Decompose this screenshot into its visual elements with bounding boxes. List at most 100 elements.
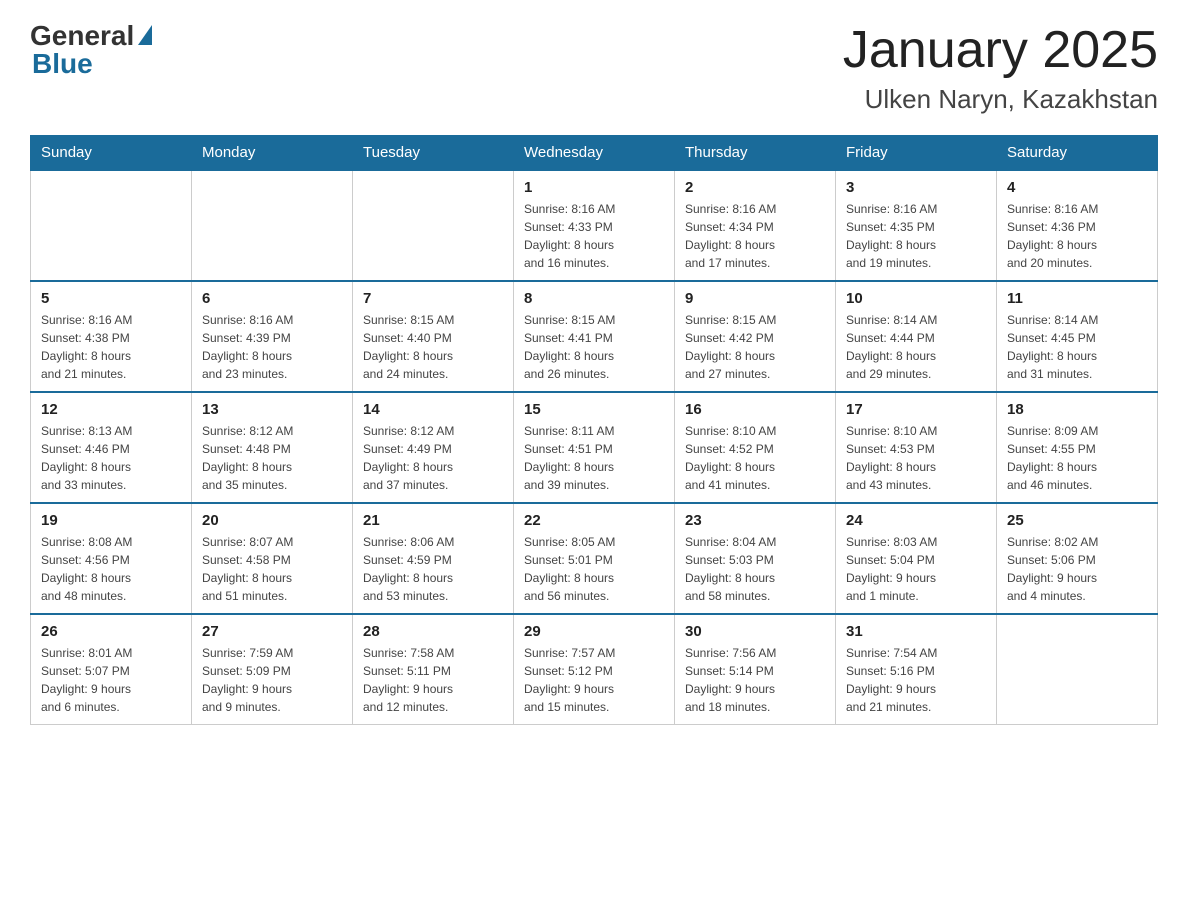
calendar-cell: 23 Sunrise: 8:04 AMSunset: 5:03 PMDayligh… [675, 503, 836, 614]
calendar-cell: 24 Sunrise: 8:03 AMSunset: 5:04 PMDayligh… [836, 503, 997, 614]
day-number: 6 [202, 290, 342, 307]
calendar-cell: 13 Sunrise: 8:12 AMSunset: 4:48 PMDayligh… [192, 392, 353, 503]
day-info: Sunrise: 8:16 AMSunset: 4:35 PMDaylight:… [846, 200, 986, 272]
calendar-cell: 30Sunrise: 7:56 AMSunset: 5:14 PMDayligh… [675, 614, 836, 725]
day-info: Sunrise: 8:05 AMSunset: 5:01 PMDaylight:… [524, 533, 664, 605]
day-number: 7 [363, 290, 503, 307]
calendar-cell: 16 Sunrise: 8:10 AMSunset: 4:52 PMDayligh… [675, 392, 836, 503]
day-number: 13 [202, 401, 342, 418]
title-section: January 2025 Ulken Naryn, Kazakhstan [843, 20, 1158, 115]
day-number: 17 [846, 401, 986, 418]
day-info: Sunrise: 8:06 AMSunset: 4:59 PMDaylight:… [363, 533, 503, 605]
day-number: 23 [685, 512, 825, 529]
day-info: Sunrise: 8:16 AMSunset: 4:34 PMDaylight:… [685, 200, 825, 272]
day-number: 24 [846, 512, 986, 529]
calendar-cell: 25 Sunrise: 8:02 AMSunset: 5:06 PMDayligh… [997, 503, 1158, 614]
day-number: 9 [685, 290, 825, 307]
day-info: Sunrise: 8:10 AMSunset: 4:52 PMDaylight:… [685, 422, 825, 494]
calendar-header-tuesday: Tuesday [353, 136, 514, 171]
day-number: 5 [41, 290, 181, 307]
day-number: 14 [363, 401, 503, 418]
day-number: 20 [202, 512, 342, 529]
day-info: Sunrise: 7:58 AMSunset: 5:11 PMDaylight:… [363, 644, 503, 716]
day-info: Sunrise: 8:02 AMSunset: 5:06 PMDaylight:… [1007, 533, 1147, 605]
day-number: 10 [846, 290, 986, 307]
page-header: General Blue January 2025 Ulken Naryn, K… [30, 20, 1158, 115]
day-info: Sunrise: 7:54 AMSunset: 5:16 PMDaylight:… [846, 644, 986, 716]
day-number: 4 [1007, 179, 1147, 196]
calendar-week-row: 12 Sunrise: 8:13 AMSunset: 4:46 PMDayligh… [31, 392, 1158, 503]
day-number: 19 [41, 512, 181, 529]
day-info: Sunrise: 8:15 AMSunset: 4:42 PMDaylight:… [685, 311, 825, 383]
calendar-cell: 10Sunrise: 8:14 AMSunset: 4:44 PMDayligh… [836, 281, 997, 392]
calendar-header-row: SundayMondayTuesdayWednesdayThursdayFrid… [31, 136, 1158, 171]
calendar-cell: 7 Sunrise: 8:15 AMSunset: 4:40 PMDaylight… [353, 281, 514, 392]
calendar-cell [353, 170, 514, 281]
day-number: 22 [524, 512, 664, 529]
calendar-week-row: 19 Sunrise: 8:08 AMSunset: 4:56 PMDayligh… [31, 503, 1158, 614]
day-info: Sunrise: 7:57 AMSunset: 5:12 PMDaylight:… [524, 644, 664, 716]
calendar-week-row: 1 Sunrise: 8:16 AMSunset: 4:33 PMDaylight… [31, 170, 1158, 281]
calendar-cell: 19 Sunrise: 8:08 AMSunset: 4:56 PMDayligh… [31, 503, 192, 614]
day-number: 18 [1007, 401, 1147, 418]
day-number: 21 [363, 512, 503, 529]
calendar-header-monday: Monday [192, 136, 353, 171]
calendar-cell [192, 170, 353, 281]
day-info: Sunrise: 8:13 AMSunset: 4:46 PMDaylight:… [41, 422, 181, 494]
calendar-header-wednesday: Wednesday [514, 136, 675, 171]
location-title: Ulken Naryn, Kazakhstan [843, 84, 1158, 115]
day-number: 1 [524, 179, 664, 196]
calendar-cell: 8 Sunrise: 8:15 AMSunset: 4:41 PMDaylight… [514, 281, 675, 392]
calendar-header-sunday: Sunday [31, 136, 192, 171]
calendar-header-thursday: Thursday [675, 136, 836, 171]
calendar-cell: 17 Sunrise: 8:10 AMSunset: 4:53 PMDayligh… [836, 392, 997, 503]
calendar-cell: 4Sunrise: 8:16 AMSunset: 4:36 PMDaylight… [997, 170, 1158, 281]
calendar-cell: 11Sunrise: 8:14 AMSunset: 4:45 PMDayligh… [997, 281, 1158, 392]
day-number: 29 [524, 623, 664, 640]
calendar-header-saturday: Saturday [997, 136, 1158, 171]
day-info: Sunrise: 8:15 AMSunset: 4:41 PMDaylight:… [524, 311, 664, 383]
day-number: 2 [685, 179, 825, 196]
calendar-header-friday: Friday [836, 136, 997, 171]
day-number: 31 [846, 623, 986, 640]
calendar-cell: 20 Sunrise: 8:07 AMSunset: 4:58 PMDayligh… [192, 503, 353, 614]
calendar-cell: 14Sunrise: 8:12 AMSunset: 4:49 PMDayligh… [353, 392, 514, 503]
calendar-cell [997, 614, 1158, 725]
day-info: Sunrise: 7:59 AMSunset: 5:09 PMDaylight:… [202, 644, 342, 716]
calendar-cell: 29 Sunrise: 7:57 AMSunset: 5:12 PMDayligh… [514, 614, 675, 725]
day-number: 26 [41, 623, 181, 640]
calendar-cell: 31 Sunrise: 7:54 AMSunset: 5:16 PMDayligh… [836, 614, 997, 725]
day-info: Sunrise: 8:04 AMSunset: 5:03 PMDaylight:… [685, 533, 825, 605]
day-info: Sunrise: 8:12 AMSunset: 4:48 PMDaylight:… [202, 422, 342, 494]
calendar-cell: 26 Sunrise: 8:01 AMSunset: 5:07 PMDayligh… [31, 614, 192, 725]
calendar-cell: 3 Sunrise: 8:16 AMSunset: 4:35 PMDaylight… [836, 170, 997, 281]
day-number: 16 [685, 401, 825, 418]
day-info: Sunrise: 8:10 AMSunset: 4:53 PMDaylight:… [846, 422, 986, 494]
day-info: Sunrise: 8:07 AMSunset: 4:58 PMDaylight:… [202, 533, 342, 605]
day-info: Sunrise: 8:15 AMSunset: 4:40 PMDaylight:… [363, 311, 503, 383]
day-number: 25 [1007, 512, 1147, 529]
calendar-cell: 27Sunrise: 7:59 AMSunset: 5:09 PMDayligh… [192, 614, 353, 725]
calendar-table: SundayMondayTuesdayWednesdayThursdayFrid… [30, 135, 1158, 725]
day-info: Sunrise: 8:16 AMSunset: 4:38 PMDaylight:… [41, 311, 181, 383]
day-number: 12 [41, 401, 181, 418]
day-info: Sunrise: 8:01 AMSunset: 5:07 PMDaylight:… [41, 644, 181, 716]
day-info: Sunrise: 8:16 AMSunset: 4:33 PMDaylight:… [524, 200, 664, 272]
calendar-week-row: 26 Sunrise: 8:01 AMSunset: 5:07 PMDayligh… [31, 614, 1158, 725]
calendar-cell: 6 Sunrise: 8:16 AMSunset: 4:39 PMDaylight… [192, 281, 353, 392]
day-info: Sunrise: 7:56 AMSunset: 5:14 PMDaylight:… [685, 644, 825, 716]
calendar-cell: 9 Sunrise: 8:15 AMSunset: 4:42 PMDaylight… [675, 281, 836, 392]
day-number: 8 [524, 290, 664, 307]
logo-triangle-icon [138, 25, 152, 45]
logo: General Blue [30, 20, 152, 80]
calendar-cell: 2 Sunrise: 8:16 AMSunset: 4:34 PMDaylight… [675, 170, 836, 281]
month-title: January 2025 [843, 20, 1158, 80]
calendar-cell: 28 Sunrise: 7:58 AMSunset: 5:11 PMDayligh… [353, 614, 514, 725]
calendar-cell: 22 Sunrise: 8:05 AMSunset: 5:01 PMDayligh… [514, 503, 675, 614]
day-number: 3 [846, 179, 986, 196]
day-info: Sunrise: 8:03 AMSunset: 5:04 PMDaylight:… [846, 533, 986, 605]
day-info: Sunrise: 8:08 AMSunset: 4:56 PMDaylight:… [41, 533, 181, 605]
logo-blue-text: Blue [30, 48, 93, 80]
day-number: 28 [363, 623, 503, 640]
day-info: Sunrise: 8:16 AMSunset: 4:39 PMDaylight:… [202, 311, 342, 383]
